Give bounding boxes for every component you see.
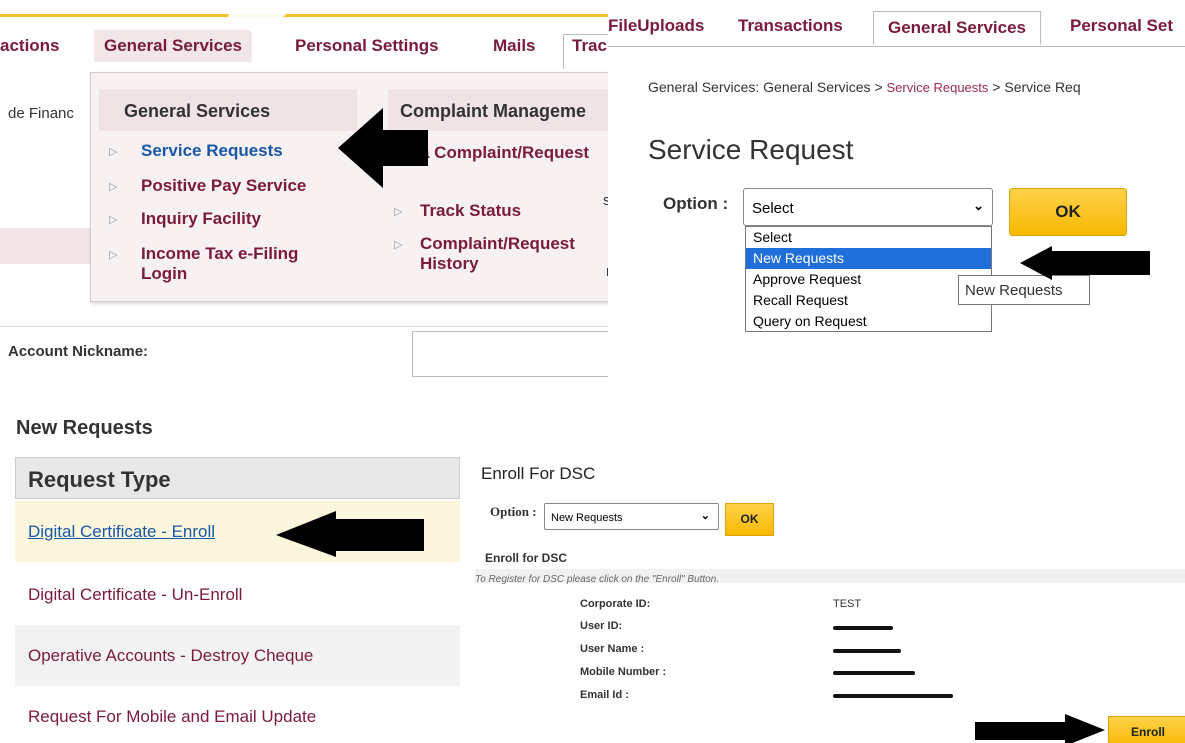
breadcrumb-link-service-requests[interactable]: Service Requests: [887, 80, 989, 95]
ok-button[interactable]: OK: [725, 503, 774, 536]
field-label-email-id: Email Id :: [580, 689, 629, 701]
enroll-dsc-panel: Enroll For DSC Option : New Requests ⌄ O…: [475, 458, 1185, 743]
tab-general-services[interactable]: General Services: [873, 11, 1041, 45]
field-label-user-name: User Name :: [580, 643, 645, 655]
new-requests-panel: New Requests Request Type Digital Certif…: [0, 395, 465, 743]
option-approve-request[interactable]: Approve Request: [746, 269, 991, 290]
breadcrumb-separator: >: [874, 79, 883, 95]
subheading: Enroll for DSC: [485, 551, 568, 565]
watermark-overlay: [100, 0, 300, 408]
option-select[interactable]: Select: [746, 227, 991, 248]
option-dropdown-list: Select New Requests Approve Request Reca…: [745, 226, 992, 332]
chevron-down-icon: ⌄: [700, 510, 710, 522]
arrow-pointer-icon: [276, 511, 424, 557]
field-label-mobile-number: Mobile Number :: [580, 666, 667, 678]
breadcrumb: General Services: General Services > Ser…: [648, 79, 1081, 95]
option-query-on-request[interactable]: Query on Request: [746, 311, 991, 332]
select-value: Select: [752, 200, 794, 217]
field-value-corporate-id: TEST: [833, 598, 862, 610]
breadcrumb-separator: >: [992, 79, 1001, 95]
table-row[interactable]: Digital Certificate - Un-Enroll: [15, 564, 460, 625]
field-label-corporate-id: Corporate ID:: [580, 598, 651, 610]
breadcrumb-current: Service Req: [1004, 79, 1081, 95]
select-value: New Requests: [551, 512, 623, 524]
redacted-value: [833, 694, 953, 698]
table-header: Request Type: [15, 457, 460, 499]
option-recall-request[interactable]: Recall Request: [746, 290, 991, 311]
breadcrumb-root: General Services: General Services: [648, 79, 871, 95]
option-label: Option :: [490, 504, 537, 519]
tab-personal-settings[interactable]: Personal Set: [1070, 16, 1173, 36]
redacted-value: [833, 671, 915, 675]
tab-underline: [608, 46, 1185, 47]
arrow-pointer-icon: [1020, 246, 1150, 280]
redacted-value: [833, 649, 901, 653]
section-title: New Requests: [16, 417, 153, 439]
service-request-panel: FileUploads Transactions General Service…: [608, 0, 1185, 385]
option-select[interactable]: Select ⌄: [743, 188, 993, 226]
table-row[interactable]: Operative Accounts - Destroy Cheque: [15, 625, 460, 686]
arrow-pointer-icon: [975, 714, 1105, 743]
table-row[interactable]: Request For Mobile and Email Update: [15, 686, 460, 743]
option-new-requests[interactable]: New Requests: [746, 248, 991, 269]
redacted-value: [833, 626, 893, 630]
panel-heading: Enroll For DSC: [481, 464, 596, 483]
instruction-note: To Register for DSC please click on the …: [475, 574, 720, 585]
request-link-digital-certificate-enroll[interactable]: Digital Certificate - Enroll: [28, 522, 215, 541]
tab-fileuploads[interactable]: FileUploads: [608, 16, 704, 36]
tab-transactions[interactable]: Transactions: [738, 16, 843, 36]
ok-button[interactable]: OK: [1009, 188, 1127, 236]
field-label-user-id: User ID:: [580, 620, 623, 632]
chevron-down-icon: ⌄: [973, 198, 984, 213]
enroll-button[interactable]: Enroll: [1108, 716, 1185, 743]
option-label: Option :: [663, 194, 729, 213]
page-title: Service Request: [648, 134, 854, 165]
option-select[interactable]: New Requests ⌄: [544, 503, 719, 530]
